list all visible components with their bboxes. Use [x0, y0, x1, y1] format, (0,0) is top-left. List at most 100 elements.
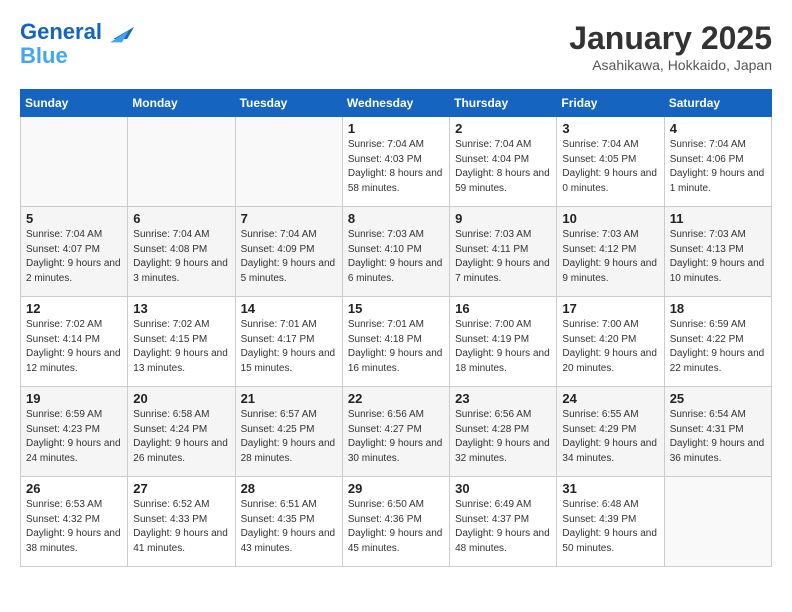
weekday-header-friday: Friday [557, 90, 664, 117]
day-number: 19 [26, 391, 122, 406]
calendar-cell [128, 117, 235, 207]
month-title: January 2025 [569, 20, 772, 57]
calendar-cell [21, 117, 128, 207]
day-number: 24 [562, 391, 658, 406]
calendar-cell: 11Sunrise: 7:03 AM Sunset: 4:13 PM Dayli… [664, 207, 771, 297]
day-number: 21 [241, 391, 337, 406]
calendar-cell: 9 Sunrise: 7:03 AM Sunset: 4:11 PM Daylig… [450, 207, 557, 297]
calendar-cell: 28 Sunrise: 6:51 AM Sunset: 4:35 PM Dayli… [235, 477, 342, 567]
day-number: 4 [670, 121, 766, 136]
day-info: Sunrise: 7:04 AM Sunset: 4:07 PM Dayligh… [26, 228, 122, 286]
calendar-cell [664, 477, 771, 567]
day-info: Sunrise: 6:55 AM Sunset: 4:29 PM Dayligh… [562, 408, 658, 466]
weekday-header-row: SundayMondayTuesdayWednesdayThursdayFrid… [21, 90, 772, 117]
day-number: 16 [455, 301, 551, 316]
day-number: 25 [670, 391, 766, 406]
calendar-cell: 12 Sunrise: 7:02 AM Sunset: 4:14 PM Dayli… [21, 297, 128, 387]
day-info: Sunrise: 6:56 AM Sunset: 4:27 PM Dayligh… [348, 408, 444, 466]
day-info: Sunrise: 6:53 AM Sunset: 4:32 PM Dayligh… [26, 498, 122, 556]
day-info: Sunrise: 7:04 AM Sunset: 4:08 PM Dayligh… [133, 228, 229, 286]
day-info: Sunrise: 6:56 AM Sunset: 4:28 PM Dayligh… [455, 408, 551, 466]
calendar-cell: 19 Sunrise: 6:59 AM Sunset: 4:23 PM Dayli… [21, 387, 128, 477]
day-number: 8 [348, 211, 444, 226]
title-block: January 2025 Asahikawa, Hokkaido, Japan [569, 20, 772, 73]
calendar-cell: 5 Sunrise: 7:04 AM Sunset: 4:07 PM Daylig… [21, 207, 128, 297]
day-number: 3 [562, 121, 658, 136]
day-number: 28 [241, 481, 337, 496]
calendar-cell: 31 Sunrise: 6:48 AM Sunset: 4:39 PM Dayli… [557, 477, 664, 567]
calendar-cell: 27 Sunrise: 6:52 AM Sunset: 4:33 PM Dayli… [128, 477, 235, 567]
calendar-week-row: 26Sunrise: 6:53 AM Sunset: 4:32 PM Dayli… [21, 477, 772, 567]
day-number: 15 [348, 301, 444, 316]
day-info: Sunrise: 6:48 AM Sunset: 4:39 PM Dayligh… [562, 498, 658, 556]
day-number: 27 [133, 481, 229, 496]
day-info: Sunrise: 7:01 AM Sunset: 4:18 PM Dayligh… [348, 318, 444, 376]
day-info: Sunrise: 6:49 AM Sunset: 4:37 PM Dayligh… [455, 498, 551, 556]
calendar-table: SundayMondayTuesdayWednesdayThursdayFrid… [20, 89, 772, 567]
day-info: Sunrise: 6:50 AM Sunset: 4:36 PM Dayligh… [348, 498, 444, 556]
day-info: Sunrise: 6:57 AM Sunset: 4:25 PM Dayligh… [241, 408, 337, 466]
day-info: Sunrise: 7:00 AM Sunset: 4:20 PM Dayligh… [562, 318, 658, 376]
day-info: Sunrise: 6:52 AM Sunset: 4:33 PM Dayligh… [133, 498, 229, 556]
calendar-cell: 6 Sunrise: 7:04 AM Sunset: 4:08 PM Daylig… [128, 207, 235, 297]
day-number: 5 [26, 211, 122, 226]
calendar-cell: 21 Sunrise: 6:57 AM Sunset: 4:25 PM Dayli… [235, 387, 342, 477]
calendar-cell: 14 Sunrise: 7:01 AM Sunset: 4:17 PM Dayli… [235, 297, 342, 387]
day-info: Sunrise: 7:04 AM Sunset: 4:04 PM Dayligh… [455, 138, 551, 196]
day-info: Sunrise: 6:59 AM Sunset: 4:23 PM Dayligh… [26, 408, 122, 466]
calendar-cell: 25 Sunrise: 6:54 AM Sunset: 4:31 PM Dayli… [664, 387, 771, 477]
day-info: Sunrise: 7:04 AM Sunset: 4:05 PM Dayligh… [562, 138, 658, 196]
calendar-cell: 1 Sunrise: 7:04 AM Sunset: 4:03 PM Daylig… [342, 117, 449, 207]
day-number: 18 [670, 301, 766, 316]
calendar-cell: 29 Sunrise: 6:50 AM Sunset: 4:36 PM Dayli… [342, 477, 449, 567]
calendar-cell: 13Sunrise: 7:02 AM Sunset: 4:15 PM Dayli… [128, 297, 235, 387]
day-number: 29 [348, 481, 444, 496]
day-number: 11 [670, 211, 766, 226]
day-info: Sunrise: 6:54 AM Sunset: 4:31 PM Dayligh… [670, 408, 766, 466]
calendar-cell: 30 Sunrise: 6:49 AM Sunset: 4:37 PM Dayli… [450, 477, 557, 567]
page-header: General Blue January 2025 Asahikawa, Hok… [20, 20, 772, 73]
day-number: 9 [455, 211, 551, 226]
day-info: Sunrise: 7:02 AM Sunset: 4:14 PM Dayligh… [26, 318, 122, 376]
day-number: 17 [562, 301, 658, 316]
calendar-cell: 4Sunrise: 7:04 AM Sunset: 4:06 PM Daylig… [664, 117, 771, 207]
calendar-cell: 20Sunrise: 6:58 AM Sunset: 4:24 PM Dayli… [128, 387, 235, 477]
calendar-cell: 24 Sunrise: 6:55 AM Sunset: 4:29 PM Dayli… [557, 387, 664, 477]
day-info: Sunrise: 7:04 AM Sunset: 4:03 PM Dayligh… [348, 138, 444, 196]
day-number: 30 [455, 481, 551, 496]
weekday-header-sunday: Sunday [21, 90, 128, 117]
day-number: 31 [562, 481, 658, 496]
day-number: 13 [133, 301, 229, 316]
calendar-cell: 15 Sunrise: 7:01 AM Sunset: 4:18 PM Dayli… [342, 297, 449, 387]
day-number: 22 [348, 391, 444, 406]
day-number: 6 [133, 211, 229, 226]
weekday-header-wednesday: Wednesday [342, 90, 449, 117]
day-number: 14 [241, 301, 337, 316]
calendar-cell: 22 Sunrise: 6:56 AM Sunset: 4:27 PM Dayli… [342, 387, 449, 477]
calendar-cell: 2 Sunrise: 7:04 AM Sunset: 4:04 PM Daylig… [450, 117, 557, 207]
calendar-cell: 10Sunrise: 7:03 AM Sunset: 4:12 PM Dayli… [557, 207, 664, 297]
day-info: Sunrise: 7:03 AM Sunset: 4:10 PM Dayligh… [348, 228, 444, 286]
calendar-cell: 17 Sunrise: 7:00 AM Sunset: 4:20 PM Dayli… [557, 297, 664, 387]
day-info: Sunrise: 7:01 AM Sunset: 4:17 PM Dayligh… [241, 318, 337, 376]
calendar-week-row: 12 Sunrise: 7:02 AM Sunset: 4:14 PM Dayli… [21, 297, 772, 387]
day-info: Sunrise: 7:03 AM Sunset: 4:12 PM Dayligh… [562, 228, 658, 286]
day-number: 23 [455, 391, 551, 406]
day-number: 1 [348, 121, 444, 136]
calendar-week-row: 1 Sunrise: 7:04 AM Sunset: 4:03 PM Daylig… [21, 117, 772, 207]
calendar-cell: 7 Sunrise: 7:04 AM Sunset: 4:09 PM Daylig… [235, 207, 342, 297]
day-number: 2 [455, 121, 551, 136]
calendar-cell: 26Sunrise: 6:53 AM Sunset: 4:32 PM Dayli… [21, 477, 128, 567]
day-info: Sunrise: 7:03 AM Sunset: 4:11 PM Dayligh… [455, 228, 551, 286]
day-number: 12 [26, 301, 122, 316]
calendar-week-row: 19 Sunrise: 6:59 AM Sunset: 4:23 PM Dayli… [21, 387, 772, 477]
weekday-header-thursday: Thursday [450, 90, 557, 117]
calendar-week-row: 5 Sunrise: 7:04 AM Sunset: 4:07 PM Daylig… [21, 207, 772, 297]
day-number: 7 [241, 211, 337, 226]
calendar-cell: 23 Sunrise: 6:56 AM Sunset: 4:28 PM Dayli… [450, 387, 557, 477]
day-info: Sunrise: 7:00 AM Sunset: 4:19 PM Dayligh… [455, 318, 551, 376]
day-info: Sunrise: 6:51 AM Sunset: 4:35 PM Dayligh… [241, 498, 337, 556]
calendar-cell: 3 Sunrise: 7:04 AM Sunset: 4:05 PM Daylig… [557, 117, 664, 207]
day-info: Sunrise: 7:04 AM Sunset: 4:09 PM Dayligh… [241, 228, 337, 286]
day-number: 20 [133, 391, 229, 406]
